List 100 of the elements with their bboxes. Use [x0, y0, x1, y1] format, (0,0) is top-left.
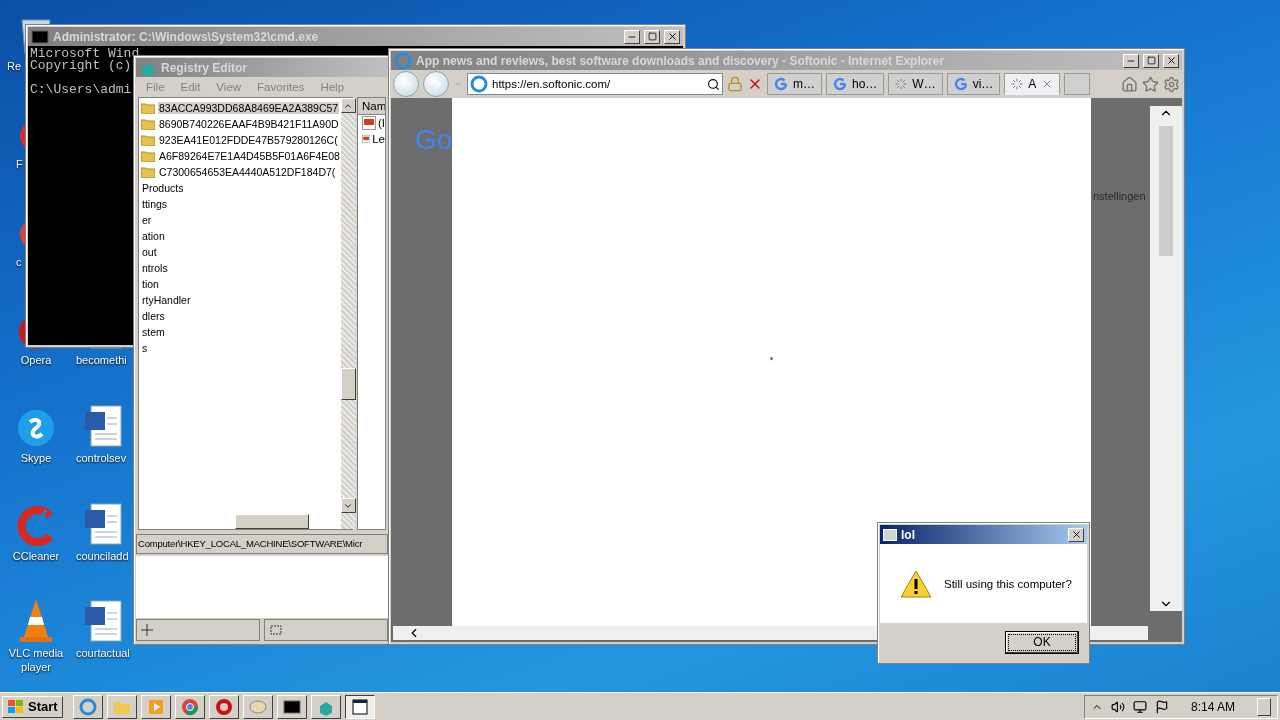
tree-item[interactable]: 923EA41E012FDDE47B579280126C(: [158, 134, 339, 146]
desktop-icon-label[interactable]: CCleaner: [12, 549, 60, 563]
maximize-icon: [1146, 56, 1156, 65]
folder-icon: [141, 118, 155, 130]
desktop-icon-label[interactable]: F: [16, 157, 23, 171]
ie-icon: [78, 697, 97, 716]
desktop-icon-label[interactable]: VLC media player: [5, 646, 67, 674]
flag-icon[interactable]: [1154, 699, 1169, 714]
browser-tab[interactable]: A: [1004, 73, 1061, 95]
loading-dot: [770, 357, 773, 360]
tree-item[interactable]: ntrols: [141, 262, 169, 274]
tree-item[interactable]: out: [141, 246, 158, 258]
tree-item[interactable]: 8690B740226EAAF4B9B421F11A90D: [158, 118, 340, 130]
close-button[interactable]: [664, 29, 680, 44]
dialog-message: Still using this computer?: [944, 577, 1072, 590]
document-icon: [83, 502, 123, 546]
browser-tab[interactable]: vi…: [946, 73, 1001, 95]
folder-icon: [141, 166, 155, 178]
ok-button[interactable]: OK: [1005, 630, 1079, 654]
ie-icon: [470, 75, 488, 93]
value-name[interactable]: (I: [377, 117, 385, 129]
start-button[interactable]: Start: [2, 695, 63, 718]
desktop-icon-label[interactable]: Re: [7, 59, 22, 73]
console-line: Copyright (c): [30, 60, 132, 72]
settings-icon[interactable]: [1163, 75, 1180, 93]
close-icon: [1165, 55, 1177, 66]
folder-icon: [141, 102, 155, 114]
play-icon: [146, 697, 165, 716]
g-logo-icon: [833, 77, 847, 91]
g-logo-icon: [953, 77, 968, 91]
taskbar-button[interactable]: [344, 694, 375, 719]
tree-item[interactable]: 83ACCA993DD68A8469EA2A389C57: [158, 102, 340, 114]
value-name[interactable]: Le: [372, 133, 385, 145]
close-icon: [1070, 529, 1082, 540]
app-icon: [883, 528, 897, 541]
network-icon[interactable]: [1132, 699, 1147, 714]
page-logo: Go: [415, 124, 453, 156]
console-line: C:\Users\admi: [30, 84, 132, 96]
window-title: Administrator: C:\Windows\System32\cmd.exe: [53, 29, 320, 44]
brush-icon: [16, 506, 56, 546]
desktop-icon-label[interactable]: becomethi: [76, 353, 127, 367]
move-icon: [141, 624, 153, 636]
chrome-icon: [180, 697, 199, 716]
desktop-icon-label[interactable]: c: [16, 255, 22, 269]
address-field[interactable]: https://en.softonic.com/: [467, 73, 723, 95]
tree-item[interactable]: er: [141, 214, 153, 226]
tree-item[interactable]: s: [141, 342, 149, 354]
tree-item[interactable]: rtyHandler: [141, 294, 192, 306]
speaker-icon[interactable]: [1110, 699, 1125, 714]
folder-icon: [141, 134, 155, 146]
desktop-icon-label[interactable]: Skype: [20, 451, 52, 465]
scroll-thumb[interactable]: [1159, 126, 1173, 256]
home-icon[interactable]: [1121, 75, 1138, 93]
window-title: Registry Editor: [161, 60, 248, 75]
favorites-icon[interactable]: [1142, 75, 1159, 93]
console-icon: [31, 27, 49, 46]
close-icon: [666, 31, 678, 42]
search-icon: [707, 77, 720, 91]
tree-item[interactable]: dlers: [141, 310, 166, 322]
tree-item[interactable]: tion: [141, 278, 160, 290]
maximize-button[interactable]: [1143, 53, 1159, 68]
clock: 8:14 AM: [1190, 699, 1235, 714]
window-icon: [350, 697, 369, 716]
scroll-up-button[interactable]: [340, 98, 356, 113]
maximize-icon: [647, 32, 657, 41]
browser-tab[interactable]: W…: [888, 73, 943, 95]
loading-icon: [1011, 78, 1024, 90]
cloud-icon: [16, 408, 56, 448]
ie-icon: [394, 51, 412, 70]
desktop-icon-label[interactable]: controlsev: [76, 451, 127, 465]
document-icon: [83, 599, 123, 643]
g-logo-icon: [774, 77, 788, 91]
folder-icon: [141, 150, 155, 162]
tree-item[interactable]: C7300654653EA4440A512DF184D7(: [158, 166, 337, 178]
minimize-button[interactable]: [1123, 53, 1139, 68]
scroll-thumb[interactable]: [340, 368, 356, 400]
desktop-icon-label[interactable]: Opera: [20, 353, 52, 367]
tree-item[interactable]: ttings: [141, 198, 169, 210]
tree-item[interactable]: ation: [141, 230, 166, 242]
tree-item[interactable]: stem: [141, 326, 166, 338]
column-header: Nam: [358, 98, 385, 115]
minimize-button[interactable]: [624, 29, 640, 44]
string-value-icon: [362, 116, 376, 130]
desktop-icon-label[interactable]: courtactual: [76, 646, 130, 660]
browser-tab[interactable]: m…: [767, 73, 822, 95]
tree-item[interactable]: Products: [141, 182, 185, 194]
tree-item[interactable]: A6F89264E7E1A4D45B5F01A6F4E08: [158, 150, 341, 162]
close-button[interactable]: [1068, 527, 1084, 542]
maximize-button[interactable]: [644, 29, 660, 44]
string-value-icon: [362, 132, 371, 146]
show-desktop-button[interactable]: [1257, 697, 1271, 716]
desktop-icon-label[interactable]: counciladd: [76, 549, 129, 563]
warning-icon: [900, 569, 932, 598]
scroll-down-button[interactable]: [340, 498, 356, 513]
status-path: Computer\HKEY_LOCAL_MACHINE\SOFTWARE\Micr: [136, 534, 388, 554]
console-icon: [282, 697, 301, 716]
browser-tab[interactable]: ho…: [826, 73, 885, 95]
selection-icon: [269, 624, 283, 636]
horizontal-scroll-thumb[interactable]: [235, 514, 309, 529]
close-button[interactable]: [1163, 53, 1179, 68]
